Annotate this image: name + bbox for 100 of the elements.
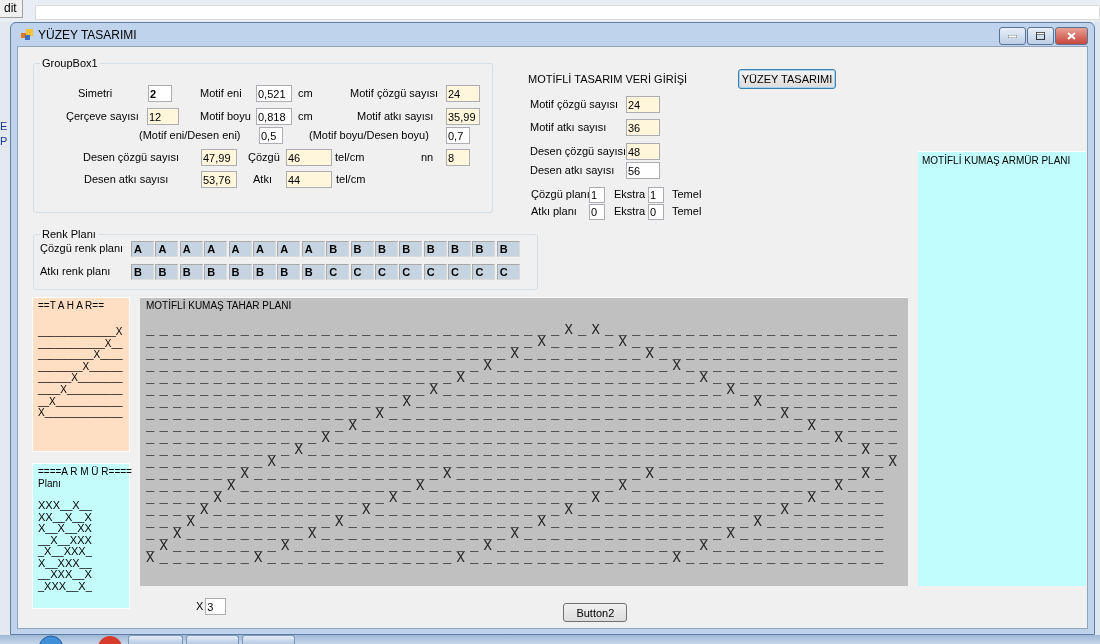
- input-field[interactable]: B: [277, 263, 301, 280]
- pattern-line: XX__X__X: [38, 511, 92, 523]
- pattern-line: _____X____________X______________X_______________X_____: [146, 492, 889, 504]
- input-field[interactable]: 0,521: [256, 85, 292, 102]
- input-field[interactable]: B: [448, 240, 472, 257]
- minimize-icon: [1008, 34, 1017, 38]
- pattern-line: _XXX__X_: [38, 580, 92, 592]
- input-field[interactable]: A: [131, 240, 154, 257]
- input-field[interactable]: 36: [626, 119, 660, 136]
- menu-item[interactable]: dit: [0, 0, 23, 18]
- input-field[interactable]: C: [423, 263, 447, 280]
- field-label: Motif çözgü sayısı: [350, 86, 440, 101]
- input-field[interactable]: B: [423, 240, 447, 257]
- field-label: Desen çözgü sayısı: [530, 144, 626, 159]
- input-field[interactable]: 0,818: [256, 108, 292, 125]
- input-field[interactable]: 56: [626, 162, 660, 179]
- input-field[interactable]: 35,99: [446, 108, 480, 125]
- input-field[interactable]: B: [228, 263, 252, 280]
- pattern-line: XXX__X__: [38, 500, 92, 512]
- input-field[interactable]: C: [374, 263, 398, 280]
- pattern-line: _______________X_________________________________X______: [146, 420, 903, 432]
- input-field[interactable]: B: [204, 263, 228, 280]
- pattern-line: ____________X__: [38, 337, 123, 350]
- input-field[interactable]: B: [155, 263, 179, 280]
- input-field[interactable]: A: [155, 240, 179, 257]
- input-field[interactable]: B: [496, 240, 520, 257]
- close-icon: [1067, 32, 1076, 40]
- input-field[interactable]: 1: [648, 186, 664, 203]
- input-field[interactable]: C: [496, 263, 520, 280]
- input-field[interactable]: 24: [446, 85, 480, 102]
- field-label: Motif boyu: [200, 109, 252, 124]
- panel-title: ====A R M Ü R====: [38, 466, 132, 478]
- pattern-line: _______X______________X______________X_______________X_: [146, 468, 889, 480]
- input-field[interactable]: C: [399, 263, 423, 280]
- input-field[interactable]: B: [326, 240, 350, 257]
- field-label: Atkı: [253, 172, 273, 187]
- start-orb-icon[interactable]: [38, 635, 64, 644]
- pattern-line: _____________________X_____________________X____________: [146, 384, 903, 396]
- input-field[interactable]: C: [326, 263, 350, 280]
- input-field[interactable]: 8: [446, 149, 470, 166]
- field-label: Çözgü: [248, 150, 281, 165]
- input-field[interactable]: 2: [148, 85, 172, 102]
- minimize-button[interactable]: [999, 27, 1026, 45]
- input-field[interactable]: A: [277, 240, 301, 257]
- taskbar-button[interactable]: [128, 635, 183, 644]
- panel-title: ==T A H A R==: [38, 300, 104, 312]
- input-field[interactable]: 46: [286, 149, 332, 166]
- input-field[interactable]: B: [131, 263, 154, 280]
- input-field[interactable]: A: [301, 240, 325, 257]
- input-field[interactable]: 24: [626, 96, 660, 113]
- input-field[interactable]: 0: [648, 203, 664, 220]
- pattern-line: _____________X_____________________________________X____: [146, 432, 903, 444]
- input-field[interactable]: 44: [286, 171, 332, 188]
- pattern-line: ________X______: [38, 360, 123, 373]
- field-label: Atkı planı: [531, 204, 578, 219]
- design-button[interactable]: YÜZEY TASARIMI: [738, 69, 836, 89]
- pattern-line: _X________X______________X_______________X_____________: [146, 540, 889, 552]
- input-field[interactable]: C: [350, 263, 374, 280]
- field-label: X: [196, 599, 204, 614]
- input-field[interactable]: B: [179, 263, 203, 280]
- input-field[interactable]: 1: [589, 186, 605, 203]
- input-field[interactable]: B: [252, 263, 276, 280]
- section-title: MOTİFLİ TASARIM VERİ GİRİŞİ: [528, 73, 689, 85]
- input-field[interactable]: A: [252, 240, 276, 257]
- input-field[interactable]: 0,5: [259, 127, 283, 144]
- input-field[interactable]: 3: [205, 598, 227, 615]
- input-field[interactable]: 12: [147, 108, 179, 125]
- input-field[interactable]: A: [228, 240, 252, 257]
- taskbar-button[interactable]: [186, 635, 239, 644]
- pattern-line: ____X__________: [38, 383, 123, 396]
- taskbar-button[interactable]: [242, 635, 295, 644]
- input-field[interactable]: B: [301, 263, 325, 280]
- input-field[interactable]: A: [204, 240, 228, 257]
- input-field[interactable]: 0: [589, 203, 605, 220]
- group-box-title: Renk Planı: [41, 228, 97, 240]
- input-field[interactable]: 53,76: [201, 171, 237, 188]
- input-field[interactable]: 47,99: [201, 149, 237, 166]
- input-field[interactable]: 0,7: [446, 127, 470, 144]
- pattern-line: ___________________X_________________________X__________: [146, 396, 903, 408]
- input-field[interactable]: B: [472, 240, 496, 257]
- field-label: Motif eni: [200, 86, 243, 101]
- maximize-button[interactable]: [1027, 27, 1054, 45]
- input-field[interactable]: B: [350, 240, 374, 257]
- pattern-line: X__X__XX: [38, 523, 92, 535]
- field-label: Temel: [672, 204, 702, 219]
- input-field[interactable]: C: [448, 263, 472, 280]
- field-label: (Motif boyu/Desen boyu): [309, 128, 430, 143]
- action-button[interactable]: Button2: [563, 603, 628, 622]
- input-field[interactable]: 48: [626, 143, 660, 160]
- input-field[interactable]: B: [374, 240, 398, 257]
- field-label: Motif atkı sayısı: [357, 109, 435, 124]
- field-label: Ekstra: [614, 204, 647, 219]
- close-button[interactable]: [1055, 27, 1088, 45]
- window-title: YÜZEY TASARIMI: [38, 27, 137, 42]
- pattern-line: _________________X_____________________________X________: [146, 408, 903, 420]
- input-field[interactable]: A: [179, 240, 203, 257]
- panel-title: MOTİFLİ KUMAŞ ARMÜR PLANI: [922, 155, 1071, 166]
- field-label: Desen çözgü sayısı: [83, 150, 180, 165]
- input-field[interactable]: B: [399, 240, 423, 257]
- input-field[interactable]: C: [472, 263, 496, 280]
